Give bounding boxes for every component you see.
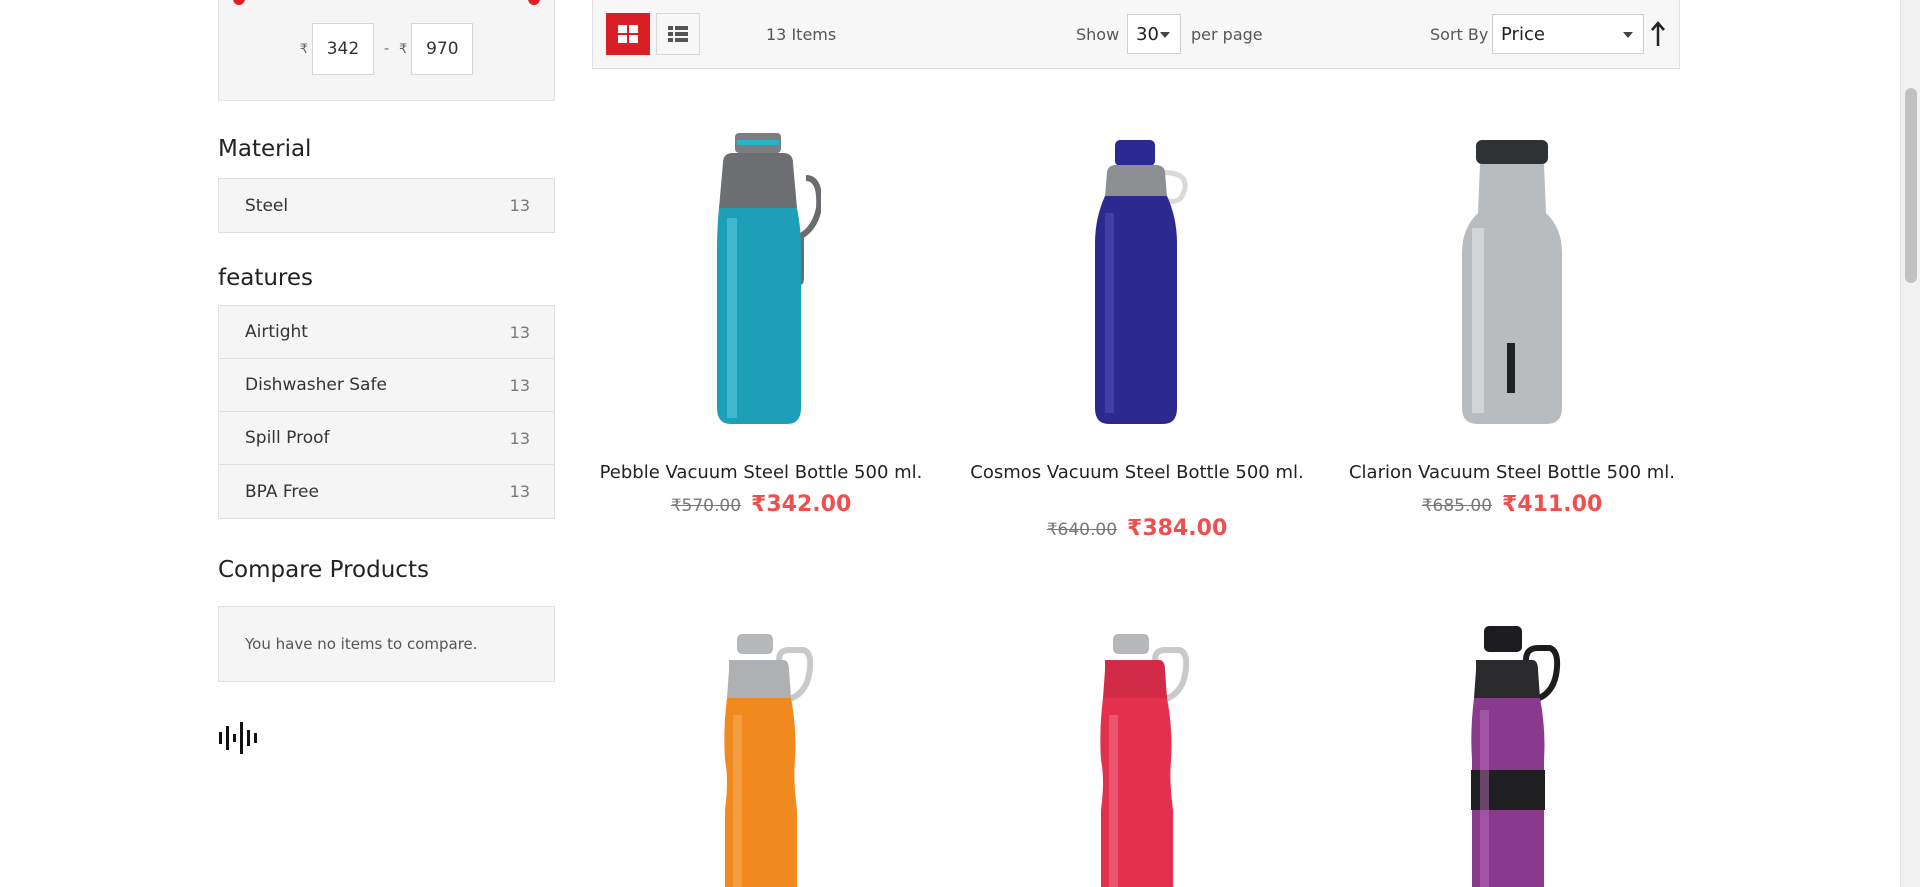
filter-item-bpa-free[interactable]: BPA Free 13 xyxy=(219,465,554,518)
brand-waveform-icon xyxy=(219,722,257,754)
sale-price: ₹411.00 xyxy=(1502,492,1603,517)
product-image[interactable] xyxy=(967,620,1307,887)
product-name[interactable]: Clarion Vacuum Steel Bottle 500 ml. xyxy=(1342,461,1682,485)
price-min-input[interactable]: 342 xyxy=(311,23,374,75)
filter-item-label: Spill Proof xyxy=(245,428,330,448)
sale-price: ₹342.00 xyxy=(751,492,852,517)
bottle-image xyxy=(1100,634,1190,887)
old-price: ₹640.00 xyxy=(1046,520,1118,540)
products-toolbar: 13 Items Show 30 per page Sort By Price xyxy=(592,0,1680,69)
scrollbar-thumb[interactable] xyxy=(1905,88,1917,283)
sort-by-label: Sort By xyxy=(1430,25,1489,44)
filter-item-label: Steel xyxy=(245,195,289,216)
filter-item-count: 13 xyxy=(509,482,530,501)
price-filter: ₹ 342 - ₹ 970 xyxy=(218,0,555,101)
per-page-select[interactable]: 30 xyxy=(1127,14,1181,54)
product-image[interactable] xyxy=(591,620,931,887)
show-label: Show xyxy=(1076,25,1120,44)
bottle-image xyxy=(1462,140,1562,424)
material-filter-title: Material xyxy=(218,136,312,162)
filter-item-airtight[interactable]: Airtight 13 xyxy=(219,306,554,359)
compare-empty-box: You have no items to compare. xyxy=(218,606,555,682)
price-block: ₹570.00 ₹342.00 xyxy=(591,492,931,517)
old-price: ₹570.00 xyxy=(670,496,742,516)
price-separator: - xyxy=(383,41,390,57)
grid-view-button[interactable] xyxy=(606,13,650,55)
sort-by-select[interactable]: Price xyxy=(1492,14,1644,54)
per-page-value: 30 xyxy=(1136,23,1159,45)
filter-item-spill-proof[interactable]: Spill Proof 13 xyxy=(219,412,554,465)
price-block: ₹685.00 ₹411.00 xyxy=(1342,492,1682,517)
product-image[interactable] xyxy=(967,113,1307,433)
list-view-icon xyxy=(668,26,688,42)
price-slider-min-handle[interactable] xyxy=(233,0,245,5)
bottle-image xyxy=(717,133,821,424)
filter-item-count: 13 xyxy=(509,428,530,448)
material-filter-list: Steel 13 xyxy=(218,178,555,233)
filter-item-label: BPA Free xyxy=(245,481,319,502)
old-price: ₹685.00 xyxy=(1421,496,1493,516)
bottle-image xyxy=(1095,140,1188,424)
item-count: 13 Items xyxy=(766,25,837,44)
product-image[interactable] xyxy=(1342,620,1682,887)
grid-view-icon xyxy=(618,25,638,43)
chevron-down-icon xyxy=(1160,32,1170,38)
filter-item-count: 13 xyxy=(509,375,530,395)
product-name[interactable]: Pebble Vacuum Steel Bottle 500 ml. xyxy=(591,461,931,485)
list-view-button[interactable] xyxy=(656,13,700,55)
features-filter-title: features xyxy=(218,265,314,291)
filter-item-count: 13 xyxy=(509,322,530,342)
price-max-input[interactable]: 970 xyxy=(411,23,474,75)
filter-item-label: Airtight xyxy=(245,322,308,342)
sale-price: ₹384.00 xyxy=(1127,516,1228,541)
features-filter-list: Airtight 13 Dishwasher Safe 13 Spill Pro… xyxy=(218,305,555,519)
filter-item-steel[interactable]: Steel 13 xyxy=(219,179,554,232)
price-block: ₹640.00 ₹384.00 xyxy=(967,516,1307,541)
price-range-row: ₹ 342 - ₹ 970 xyxy=(219,23,554,75)
currency-symbol: ₹ xyxy=(399,41,408,57)
product-image[interactable] xyxy=(1342,113,1682,433)
bottle-image xyxy=(1471,626,1561,887)
per-page-label: per page xyxy=(1191,25,1263,44)
product-image[interactable] xyxy=(591,113,931,433)
compare-empty-text: You have no items to compare. xyxy=(245,635,478,653)
sort-by-value: Price xyxy=(1501,23,1545,45)
filter-item-count: 13 xyxy=(509,196,530,215)
filter-item-label: Dishwasher Safe xyxy=(245,375,387,395)
bottle-image xyxy=(724,634,814,887)
product-name[interactable]: Cosmos Vacuum Steel Bottle 500 ml. xyxy=(967,461,1307,485)
compare-products-title: Compare Products xyxy=(218,557,429,583)
page-scrollbar[interactable] xyxy=(1900,0,1920,887)
currency-symbol: ₹ xyxy=(299,41,308,57)
chevron-down-icon xyxy=(1623,32,1633,38)
sort-direction-arrow-up-icon[interactable] xyxy=(1648,20,1668,48)
filter-item-dishwasher-safe[interactable]: Dishwasher Safe 13 xyxy=(219,359,554,412)
price-slider-max-handle[interactable] xyxy=(528,0,540,5)
